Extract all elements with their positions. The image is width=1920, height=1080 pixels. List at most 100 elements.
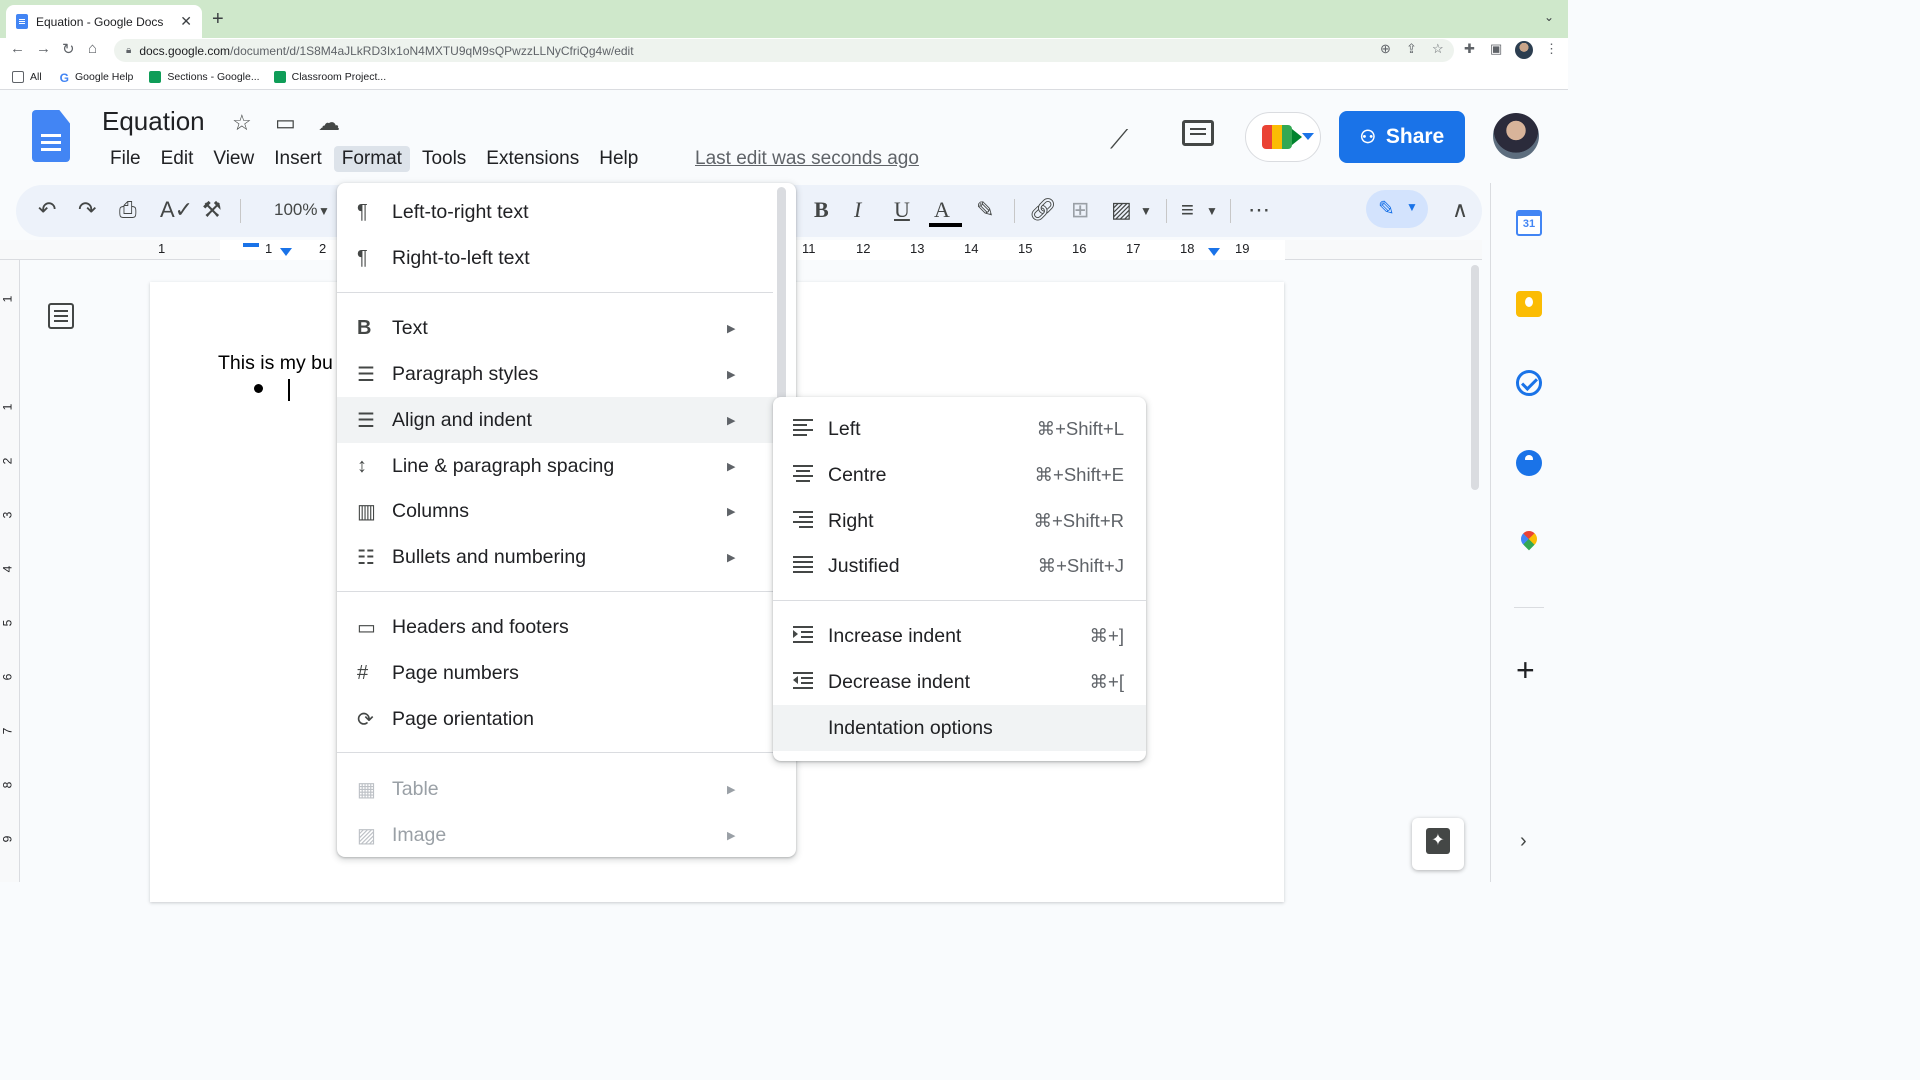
menu-format[interactable]: Format (333, 146, 410, 172)
format-menu-item[interactable]: ↕ Line & paragraph spacing ▶ (337, 443, 777, 489)
tab-search-icon[interactable]: ⌄ (1544, 10, 1554, 24)
format-menu-item[interactable]: ☰ Paragraph styles ▶ (337, 351, 777, 397)
address-bar[interactable]: 🔒︎ docs.google.com/document/d/1S8M4aJLkR… (114, 39, 1454, 62)
highlight-icon[interactable]: ✎ (976, 197, 994, 223)
zoom-select[interactable]: 100% (274, 200, 317, 220)
first-line-indent-marker[interactable] (243, 243, 259, 247)
format-menu-item[interactable]: ☷ Bullets and numbering ▶ (337, 534, 777, 580)
align-menu-item[interactable]: Increase indent ⌘+] (773, 613, 1146, 659)
activity-trend-icon[interactable]: ⟋ (1110, 124, 1128, 156)
tasks-icon[interactable] (1516, 370, 1542, 396)
bold-icon[interactable]: B (814, 197, 829, 223)
chevron-down-icon[interactable]: ▼ (1140, 204, 1152, 218)
menu-view[interactable]: View (205, 146, 262, 172)
maps-icon[interactable] (1516, 530, 1542, 556)
format-menu-item[interactable]: ¶ Left-to-right text (337, 189, 777, 235)
share-page-icon[interactable]: ⇪ (1406, 41, 1417, 57)
menu-help[interactable]: Help (591, 146, 646, 172)
italic-icon[interactable]: I (854, 197, 861, 223)
chevron-down-icon[interactable]: ▼ (1206, 204, 1218, 218)
more-options-icon[interactable]: ⋯ (1248, 197, 1270, 223)
document-text[interactable]: This is my bu (218, 352, 333, 375)
document-title[interactable]: Equation (102, 106, 205, 137)
vertical-ruler[interactable]: 1 1 2 3 4 5 6 7 8 9 (0, 260, 20, 882)
align-menu-item[interactable]: Indentation options (773, 705, 1146, 751)
bullet-point (254, 384, 263, 393)
format-menu-item[interactable]: ▦ Table ▶ (337, 766, 777, 812)
align-menu-item[interactable]: Centre ⌘+Shift+E (773, 452, 1146, 498)
lock-icon[interactable]: 🔒︎ (126, 45, 131, 56)
explore-button[interactable] (1412, 818, 1464, 870)
tab-close-icon[interactable]: ✕ (180, 13, 192, 30)
share-button[interactable]: ⚇ Share (1339, 111, 1465, 163)
last-edit-link[interactable]: Last edit was seconds ago (695, 148, 919, 170)
text-color-icon[interactable]: A (934, 197, 950, 223)
calendar-icon[interactable]: 31 (1516, 210, 1542, 236)
align-menu-item[interactable]: Justified ⌘+Shift+J (773, 543, 1146, 589)
underline-icon[interactable]: U (894, 197, 910, 223)
align-menu-item[interactable]: Left ⌘+Shift+L (773, 406, 1146, 452)
zoom-icon[interactable]: ⊕ (1380, 41, 1391, 57)
align-menu-item[interactable]: Decrease indent ⌘+[ (773, 659, 1146, 705)
format-menu-item[interactable]: # Page numbers (337, 650, 777, 696)
home-icon[interactable]: ⌂ (88, 40, 97, 57)
browser-menu-icon[interactable]: ⋮ (1545, 41, 1558, 57)
document-scrollbar[interactable] (1471, 265, 1479, 490)
keep-icon[interactable] (1516, 291, 1542, 317)
left-indent-marker[interactable] (280, 248, 292, 256)
star-icon[interactable]: ☆ (232, 110, 252, 136)
add-addon-icon[interactable]: + (1516, 652, 1535, 689)
reload-icon[interactable]: ↻ (62, 40, 75, 58)
insert-link-icon[interactable]: 🔗︎ (1029, 197, 1057, 223)
bookmark-all[interactable]: All (12, 70, 42, 83)
bookmark-classroom[interactable]: Classroom Project... (273, 70, 386, 83)
docs-logo-icon[interactable] (32, 110, 70, 162)
browser-profile-avatar[interactable] (1515, 41, 1533, 59)
bookmark-star-icon[interactable]: ☆ (1432, 41, 1444, 57)
align-menu-item[interactable]: Right ⌘+Shift+R (773, 498, 1146, 544)
meet-button[interactable] (1245, 112, 1321, 162)
undo-icon[interactable]: ↶ (38, 197, 56, 223)
browser-tab[interactable]: Equation - Google Docs ✕ (6, 5, 202, 38)
print-icon[interactable]: ⎙ (119, 197, 137, 223)
cloud-saved-icon[interactable]: ☁ (318, 110, 340, 136)
right-indent-marker[interactable] (1208, 248, 1220, 256)
menu-file[interactable]: File (102, 146, 149, 172)
collapse-toolbar-icon[interactable]: ∧ (1452, 197, 1468, 223)
bookmark-google-help[interactable]: G Google Help (60, 71, 134, 85)
extensions-icon[interactable]: ✚ (1464, 41, 1475, 57)
format-menu-item[interactable]: B Text ▶ (337, 305, 777, 351)
chevron-down-icon[interactable]: ▼ (318, 204, 330, 218)
menu-item-label: Align and indent (392, 408, 532, 431)
spellcheck-icon[interactable]: A✓ (160, 197, 193, 223)
paint-format-icon[interactable]: ⚒ (202, 197, 222, 223)
bookmark-sections[interactable]: Sections - Google... (149, 70, 260, 83)
format-menu-item[interactable]: ⟳ Page orientation (337, 696, 777, 742)
format-menu-item[interactable]: ▥ Columns ▶ (337, 488, 777, 534)
format-menu-item[interactable]: ¶ Right-to-left text (337, 235, 777, 281)
align-icon[interactable]: ≡ (1181, 197, 1194, 223)
forward-icon[interactable]: → (36, 40, 51, 57)
editing-mode-button[interactable]: ✎ ▼ (1366, 190, 1428, 228)
format-menu-item[interactable]: ☰ Align and indent ▶ (337, 397, 777, 443)
menu-tools[interactable]: Tools (414, 146, 474, 172)
document-outline-icon[interactable] (48, 303, 74, 329)
new-tab-button[interactable]: + (212, 8, 224, 31)
menu-insert[interactable]: Insert (266, 146, 330, 172)
redo-icon[interactable]: ↷ (78, 197, 96, 223)
user-avatar[interactable] (1493, 113, 1539, 159)
contacts-icon[interactable] (1516, 450, 1542, 476)
side-panel-icon[interactable]: ▣ (1490, 41, 1502, 57)
format-menu-item[interactable]: ▨ Image ▶ (337, 812, 777, 858)
insert-image-icon[interactable]: ▨ (1111, 197, 1132, 223)
menu-extensions[interactable]: Extensions (478, 146, 587, 172)
add-comment-icon[interactable]: ⊞ (1071, 197, 1089, 223)
menu-scrollbar[interactable] (777, 187, 786, 401)
menu-edit[interactable]: Edit (153, 146, 202, 172)
chevron-right-icon[interactable]: › (1520, 830, 1527, 853)
format-menu-item[interactable]: ▭ Headers and footers (337, 604, 777, 650)
ltr-icon: ¶ (357, 200, 368, 223)
move-folder-icon[interactable]: ▭ (275, 110, 296, 136)
back-icon[interactable]: ← (10, 40, 25, 57)
comments-icon[interactable] (1182, 120, 1214, 146)
